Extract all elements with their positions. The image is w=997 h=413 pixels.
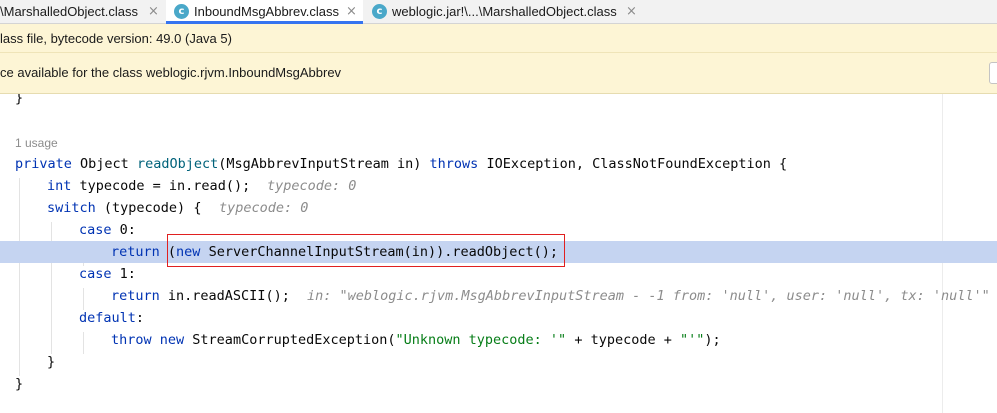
- bytecode-version-banner: lass file, bytecode version: 49.0 (Java …: [0, 24, 997, 53]
- code-text: );: [704, 332, 721, 348]
- string-literal: "Unknown typecode: '": [395, 332, 567, 348]
- code-text: (MsgAbbrevInputStream in): [218, 156, 430, 172]
- inline-debug-value: in: "weblogic.rjvm.MsgAbbrevInputStream …: [307, 288, 990, 304]
- code-line: default:: [0, 307, 997, 329]
- statement: case 1:: [79, 263, 136, 285]
- code-text: :: [135, 310, 145, 326]
- method-name: readObject: [136, 156, 219, 172]
- keyword: new: [159, 332, 185, 348]
- tab-label: InboundMsgAbbrev.class: [194, 4, 340, 19]
- code-line: throw new StreamCorruptedException("Unkn…: [0, 329, 997, 351]
- closing-brace: }: [47, 354, 56, 370]
- code-text: IOException, ClassNotFoundException {: [478, 156, 788, 172]
- keyword: return: [111, 244, 160, 260]
- string-literal: "'": [679, 332, 705, 348]
- inline-debug-value: typecode: 0: [267, 178, 357, 194]
- code-text: (typecode) {: [95, 200, 202, 216]
- keyword: switch: [47, 200, 96, 216]
- closing-brace: }: [15, 376, 24, 392]
- code-text: 0:: [111, 222, 136, 238]
- tab-weblogic-jar-marshalledobject[interactable]: c weblogic.jar!\...\MarshalledObject.cla…: [364, 0, 644, 24]
- code-text: typecode = in.read();: [71, 178, 251, 194]
- annotation-highlight-box: [167, 234, 565, 267]
- tab-inboundmsgabbrev[interactable]: c InboundMsgAbbrev.class ×: [166, 0, 363, 24]
- code-text: 1:: [111, 266, 136, 282]
- keyword: case: [79, 266, 112, 282]
- code-text: in.readASCII();: [159, 288, 290, 304]
- bytecode-version-text: lass file, bytecode version: 49.0 (Java …: [0, 31, 232, 46]
- banner-action-button[interactable]: [989, 62, 997, 84]
- code-line: }: [0, 373, 997, 395]
- class-file-icon: c: [174, 4, 189, 19]
- keyword: int: [47, 178, 72, 194]
- code-line: switch (typecode) { typecode: 0: [0, 197, 997, 219]
- tab-marshalledobject[interactable]: \MarshalledObject.class ×: [0, 0, 165, 24]
- tab-label: weblogic.jar!\...\MarshalledObject.class: [392, 4, 617, 19]
- keyword: default: [79, 310, 136, 326]
- class-file-icon: c: [372, 4, 387, 19]
- keyword: private: [15, 156, 72, 172]
- tab-label: \MarshalledObject.class: [0, 4, 138, 19]
- keyword: case: [79, 222, 112, 238]
- code-text: Object: [71, 156, 137, 172]
- code-line: }: [0, 351, 997, 373]
- statement: switch (typecode) {: [47, 197, 201, 219]
- usage-link[interactable]: 1 usage: [15, 132, 58, 154]
- close-icon[interactable]: ×: [626, 0, 637, 23]
- code-line: int typecode = in.read(); typecode: 0: [0, 175, 997, 197]
- signature-text: private Object readObject(MsgAbbrevInput…: [15, 153, 787, 175]
- keyword: throw: [111, 332, 152, 348]
- code-line: }: [0, 94, 997, 109]
- inline-debug-value: typecode: 0: [219, 200, 309, 216]
- statement: case 0:: [79, 219, 136, 241]
- code-line-method-signature: private Object readObject(MsgAbbrevInput…: [0, 153, 997, 175]
- code-text: + typecode +: [566, 332, 680, 348]
- statement: return in.readASCII();: [111, 285, 290, 307]
- closing-brace: }: [15, 94, 24, 106]
- usage-hint-line: 1 usage: [0, 132, 997, 154]
- code-text: StreamCorruptedException(: [184, 332, 396, 348]
- statement: default:: [79, 307, 144, 329]
- source-notice-banner: ce available for the class weblogic.rjvm…: [0, 53, 997, 94]
- statement: throw new StreamCorruptedException("Unkn…: [111, 329, 721, 351]
- close-icon[interactable]: ×: [148, 0, 159, 23]
- code-line: return in.readASCII(); in: "weblogic.rjv…: [0, 285, 997, 307]
- statement: int typecode = in.read();: [47, 175, 250, 197]
- code-editor[interactable]: } 1 usage private Object readObject(MsgA…: [0, 94, 997, 413]
- editor-tab-bar: \MarshalledObject.class × c InboundMsgAb…: [0, 0, 997, 24]
- source-notice-text: ce available for the class weblogic.rjvm…: [0, 65, 342, 80]
- close-icon[interactable]: ×: [346, 0, 357, 23]
- keyword: throws: [429, 156, 479, 172]
- keyword: return: [111, 288, 160, 304]
